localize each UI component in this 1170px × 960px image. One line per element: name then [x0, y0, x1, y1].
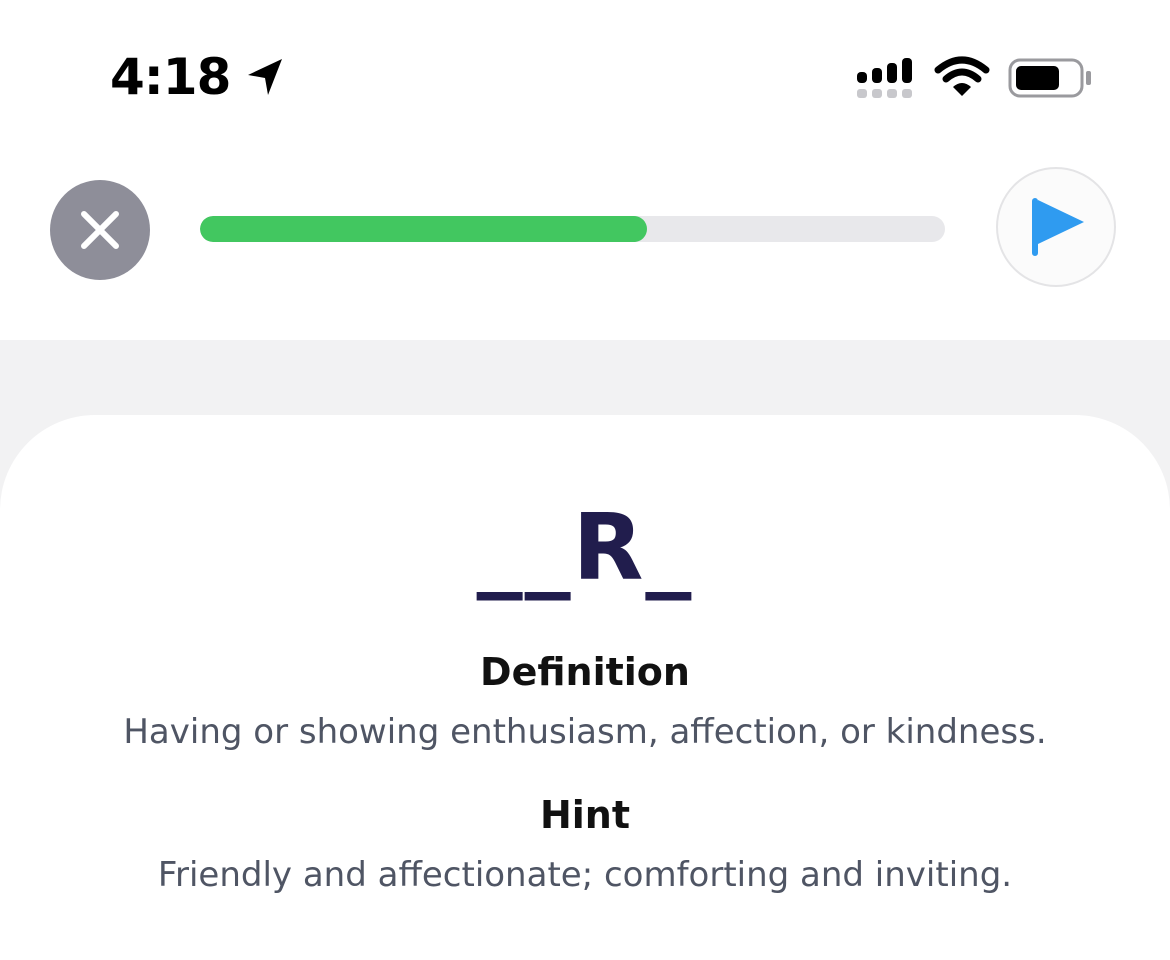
progress-fill — [200, 216, 647, 242]
definition-text: Having or showing enthusiasm, affection,… — [123, 712, 1047, 752]
definition-title: Definition — [480, 650, 690, 694]
location-arrow-icon — [248, 59, 283, 95]
close-icon — [81, 211, 119, 249]
word-puzzle: __R_ — [476, 494, 694, 601]
report-flag-button[interactable] — [996, 167, 1116, 287]
status-bar: 4:18 — [0, 0, 1170, 150]
hint-title: Hint — [539, 793, 631, 837]
flag-icon — [1032, 198, 1084, 256]
progress-bar — [200, 216, 945, 242]
hint-text: Friendly and affectionate; comforting an… — [157, 855, 1013, 895]
status-time: 4:18 — [110, 48, 231, 106]
question-card: __R_ Definition Having or showing enthus… — [0, 415, 1170, 960]
battery-icon — [1008, 58, 1091, 98]
time-group: 4:18 — [110, 48, 286, 106]
cellular-signal-icon — [857, 58, 912, 98]
wifi-icon — [934, 56, 990, 96]
close-button[interactable] — [50, 180, 150, 280]
quiz-toolbar — [0, 150, 1170, 340]
